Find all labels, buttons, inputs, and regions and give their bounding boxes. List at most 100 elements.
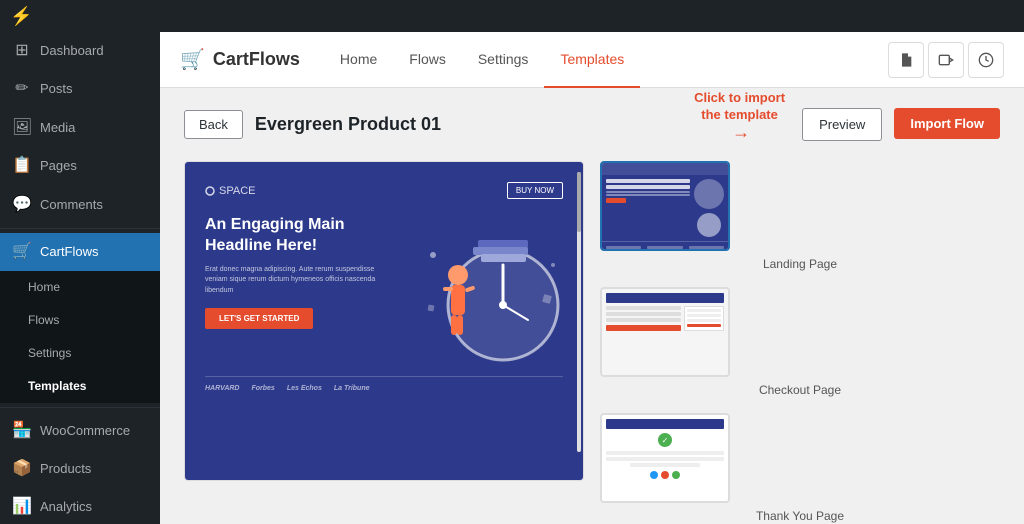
thumbnail-landing-page[interactable]: Landing Page [600,161,1000,271]
preview-header: SPACE BUY NOW [205,182,563,199]
co-field-2 [606,312,681,316]
co-field-3 [606,318,681,322]
import-flow-button[interactable]: Import Flow [894,108,1000,139]
page-header: Back Evergreen Product 01 Click to impor… [184,108,1000,141]
sidebar: ⊞ Dashboard ✏ Posts 🖼 Media 📋 Pages 💬 Co… [0,0,160,524]
brand-icon: 🛒 [180,47,205,72]
dashboard-icon: ⊞ [12,40,32,62]
co-field-1 [606,306,681,310]
sidebar-item-posts[interactable]: ✏ Posts [0,70,160,108]
cartflows-icon: 🛒 [12,241,32,263]
ty-thumb-header [606,419,724,429]
template-area: SPACE BUY NOW An Engaging Main Headline … [184,161,1000,523]
lp-thumb-logos [602,241,728,251]
sidebar-item-cf-settings[interactable]: Settings [0,337,160,370]
preview-logos: HARVARD Forbes Les Echos La Tribune [205,376,563,392]
thumbnail-thank-you-page[interactable]: ✓ Thank You Page [600,413,1000,523]
hero-illustration [413,215,563,365]
ty-thumb-preview: ✓ [602,415,728,501]
nav-link-settings[interactable]: Settings [462,32,545,88]
logo-lesechos: Les Echos [287,385,322,392]
co-order-total [687,324,721,327]
ty-thumb-text1 [606,451,724,455]
video-icon[interactable] [928,42,964,78]
sidebar-item-label: Analytics [40,498,92,516]
ty-thumb-text2 [606,457,724,461]
sidebar-item-cartflows[interactable]: 🛒 CartFlows [0,233,160,271]
sidebar-item-dashboard[interactable]: ⊞ Dashboard [0,32,160,70]
cf-home-label: Home [28,279,60,296]
ty-dot-1 [650,471,658,479]
thumbnail-checkout-page[interactable]: Checkout Page [600,287,1000,397]
main-wrap: 🛒 CartFlows Home Flows Settings Template… [160,0,1024,524]
top-nav: 🛒 CartFlows Home Flows Settings Template… [160,32,1024,88]
ty-thumb-check: ✓ [658,433,672,447]
wp-logo-icon: ⚡ [10,6,32,27]
sidebar-item-label: WooCommerce [40,422,130,440]
lp-thumb-text [606,179,690,237]
co-thumb-form [606,306,681,331]
sidebar-item-cf-templates[interactable]: Templates [0,370,160,403]
thumb-img-checkout [600,287,730,377]
sidebar-item-media[interactable]: 🖼 Media [0,109,160,147]
preview-headline: An Engaging Main Headline Here! [205,215,385,257]
lp-thumb-logo3 [689,246,724,249]
cf-settings-label: Settings [28,345,71,362]
lp-thumb-logo2 [647,246,682,249]
sidebar-item-label: Products [40,460,91,478]
lp-thumb-preview [602,163,728,249]
sidebar-divider [0,228,160,229]
cf-templates-label: Templates [28,378,86,395]
lp-thumb-cta [606,198,626,203]
analytics-icon: 📊 [12,496,32,518]
lp-thumb-logo1 [606,246,641,249]
star-icon[interactable] [968,42,1004,78]
sidebar-item-analytics[interactable]: 📊 Analytics [0,488,160,524]
nav-link-templates[interactable]: Templates [544,32,640,88]
thumb-label-thankyou: Thank You Page [600,509,1000,523]
lp-thumb-clock [697,213,721,237]
sidebar-item-woocommerce[interactable]: 🏪 WooCommerce [0,412,160,450]
lp-thumb-p2 [606,194,690,196]
sidebar-item-label: Pages [40,157,77,175]
sidebar-item-label: Media [40,119,75,137]
co-order-line3 [687,319,721,322]
woocommerce-icon: 🏪 [12,420,32,442]
top-nav-icons [888,42,1004,78]
lp-thumb-header [602,163,728,175]
sidebar-item-label: CartFlows [40,243,99,261]
sidebar-item-label: Dashboard [40,42,104,60]
preview-cta-button[interactable]: LET'S GET STARTED [205,308,313,329]
pages-icon: 📋 [12,155,32,177]
sidebar-submenu-cartflows: Home Flows Settings Templates [0,271,160,402]
co-order-line2 [687,314,721,317]
posts-icon: ✏ [12,78,32,100]
lp-thumb-hero [602,175,728,241]
comments-icon: 💬 [12,194,32,216]
sidebar-item-comments[interactable]: 💬 Comments [0,186,160,224]
logo-forbes: Forbes [251,385,274,392]
thumb-label-landing: Landing Page [600,257,1000,271]
thumb-img-thankyou: ✓ [600,413,730,503]
preview-button[interactable]: Preview [802,108,882,141]
sidebar-item-cf-home[interactable]: Home [0,271,160,304]
co-thumb-preview [602,289,728,375]
preview-content: SPACE BUY NOW An Engaging Main Headline … [185,162,583,480]
ty-dot-3 [672,471,680,479]
nav-link-flows[interactable]: Flows [393,32,462,88]
products-icon: 📦 [12,458,32,480]
co-thumb-order [684,306,724,331]
sidebar-item-pages[interactable]: 📋 Pages [0,147,160,185]
back-button[interactable]: Back [184,110,243,139]
sidebar-item-label: Comments [40,196,103,214]
callout-text: Click to importthe template [694,90,785,124]
ty-dot-2 [661,471,669,479]
brand-name: CartFlows [213,49,300,70]
admin-bar: ⚡ [0,0,1024,32]
preview-logo: SPACE [205,185,255,197]
nav-link-home[interactable]: Home [324,32,393,88]
sidebar-item-products[interactable]: 📦 Products [0,450,160,488]
sidebar-item-cf-flows[interactable]: Flows [0,304,160,337]
preview-buy-button[interactable]: BUY NOW [507,182,563,199]
doc-icon[interactable] [888,42,924,78]
